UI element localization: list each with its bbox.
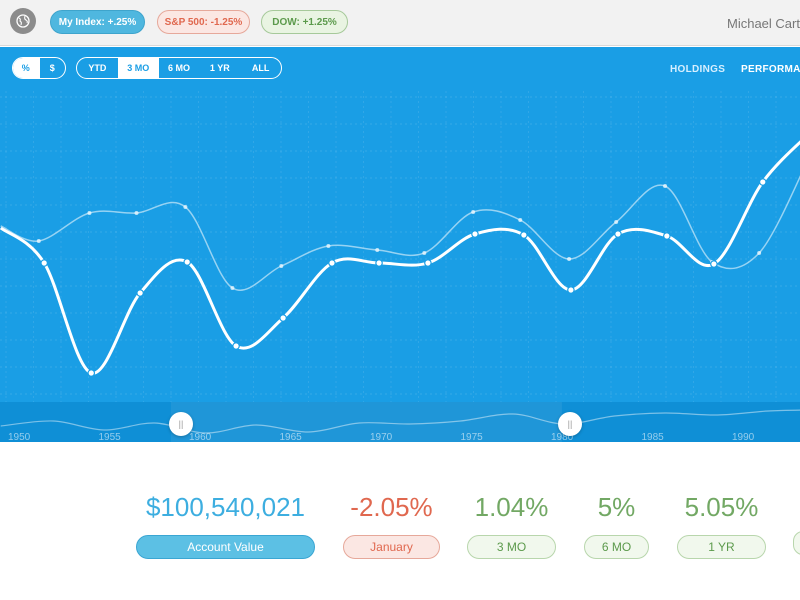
secondary-series-point bbox=[36, 239, 41, 243]
chart-canvas: 1950 1955 1960 1965 1970 1975 1980 1985 1990 bbox=[0, 91, 800, 442]
main-series-point bbox=[758, 178, 767, 186]
unit-toggle: % $ bbox=[12, 57, 66, 79]
tab-holdings[interactable]: HOLDINGS bbox=[670, 64, 725, 75]
my-index-pill[interactable]: My Index: +.25% bbox=[50, 10, 145, 34]
performance-chart: 1950 1955 1960 1965 1970 1975 1980 1985 1990 % $… bbox=[0, 47, 800, 442]
main-series-point bbox=[567, 286, 575, 294]
secondary-series-point bbox=[663, 184, 668, 188]
secondary-series-point bbox=[471, 210, 476, 214]
x-tick-label: 1955 bbox=[99, 432, 122, 442]
range-ytd-button[interactable]: YTD bbox=[77, 58, 118, 78]
main-series-point bbox=[663, 232, 671, 240]
secondary-series-point bbox=[279, 264, 284, 268]
next-stat-badge-partial[interactable] bbox=[793, 531, 800, 555]
x-tick-label: 1975 bbox=[461, 432, 484, 442]
secondary-series-point bbox=[614, 220, 619, 224]
main-series-point bbox=[87, 369, 96, 377]
range-6mo-button[interactable]: 6 MO bbox=[159, 58, 200, 78]
range-1yr-button[interactable]: 1 YR bbox=[199, 58, 240, 78]
january-badge[interactable]: January bbox=[343, 535, 440, 559]
x-tick-label: 1950 bbox=[8, 432, 31, 442]
main-series-point bbox=[232, 342, 240, 350]
navigator-selection bbox=[170, 402, 562, 442]
secondary-series-point bbox=[757, 251, 762, 255]
3mo-badge[interactable]: 3 MO bbox=[467, 535, 556, 559]
range-handle-right[interactable]: || bbox=[558, 412, 582, 436]
account-value: $100,540,021 bbox=[145, 492, 306, 522]
tab-performance[interactable]: PERFORMA bbox=[741, 64, 800, 75]
range-all-button[interactable]: ALL bbox=[240, 58, 281, 78]
unit-percent-button[interactable]: % bbox=[13, 58, 39, 78]
x-tick-label: 1970 bbox=[370, 432, 393, 442]
stat-6mo: 5% 6 MO bbox=[584, 492, 649, 559]
secondary-series-point bbox=[134, 211, 139, 215]
main-series-point bbox=[375, 259, 383, 267]
secondary-series-point bbox=[87, 211, 92, 215]
secondary-series-point bbox=[326, 244, 331, 248]
stat-account-value: $100,540,021 Account Value bbox=[136, 492, 315, 559]
stat-1yr: 5.05% 1 YR bbox=[677, 492, 766, 559]
main-series-point bbox=[710, 260, 718, 268]
stat-january: -2.05% January bbox=[343, 492, 440, 559]
6mo-badge[interactable]: 6 MO bbox=[584, 535, 649, 559]
main-series-point bbox=[328, 259, 336, 267]
dow-pill[interactable]: DOW: +1.25% bbox=[261, 10, 348, 34]
range-toggle: YTD 3 MO 6 MO 1 YR ALL bbox=[76, 57, 282, 79]
range-3mo-button[interactable]: 3 MO bbox=[117, 58, 159, 78]
secondary-series-line bbox=[0, 175, 800, 291]
range-handle-left[interactable]: || bbox=[169, 412, 193, 436]
6mo-value: 5% bbox=[597, 492, 636, 522]
main-series-point bbox=[614, 230, 622, 238]
account-value-badge[interactable]: Account Value bbox=[136, 535, 315, 559]
sp500-pill[interactable]: S&P 500: -1.25% bbox=[157, 10, 250, 34]
main-series-line bbox=[0, 140, 800, 375]
unit-dollar-button[interactable]: $ bbox=[38, 58, 66, 78]
secondary-series-point bbox=[567, 257, 572, 261]
1yr-badge[interactable]: 1 YR bbox=[677, 535, 766, 559]
secondary-series-point bbox=[375, 248, 380, 252]
user-name[interactable]: Michael Carte bbox=[727, 16, 800, 31]
main-series-point bbox=[471, 230, 479, 238]
x-tick-label: 1960 bbox=[189, 432, 212, 442]
secondary-series-point bbox=[183, 205, 188, 209]
3mo-value: 1.04% bbox=[474, 492, 549, 522]
main-series-point bbox=[520, 231, 528, 239]
main-series-point bbox=[136, 289, 144, 297]
main-series-point bbox=[279, 314, 287, 322]
january-value: -2.05% bbox=[350, 492, 433, 522]
x-tick-label: 1985 bbox=[642, 432, 665, 442]
1yr-value: 5.05% bbox=[684, 492, 759, 522]
stat-3mo: 1.04% 3 MO bbox=[467, 492, 556, 559]
x-tick-label: 1990 bbox=[732, 432, 755, 442]
main-series-point bbox=[424, 259, 432, 267]
x-tick-label: 1965 bbox=[280, 432, 303, 442]
top-bar: My Index: +.25% S&P 500: -1.25% DOW: +1.… bbox=[0, 0, 800, 46]
main-series-point bbox=[183, 258, 191, 266]
secondary-series-point bbox=[422, 251, 427, 255]
secondary-series-point bbox=[518, 218, 523, 222]
globe-icon[interactable] bbox=[10, 8, 36, 34]
main-series-point bbox=[40, 259, 49, 267]
globe-icon-glyph bbox=[16, 14, 30, 28]
secondary-series-point bbox=[230, 286, 235, 290]
